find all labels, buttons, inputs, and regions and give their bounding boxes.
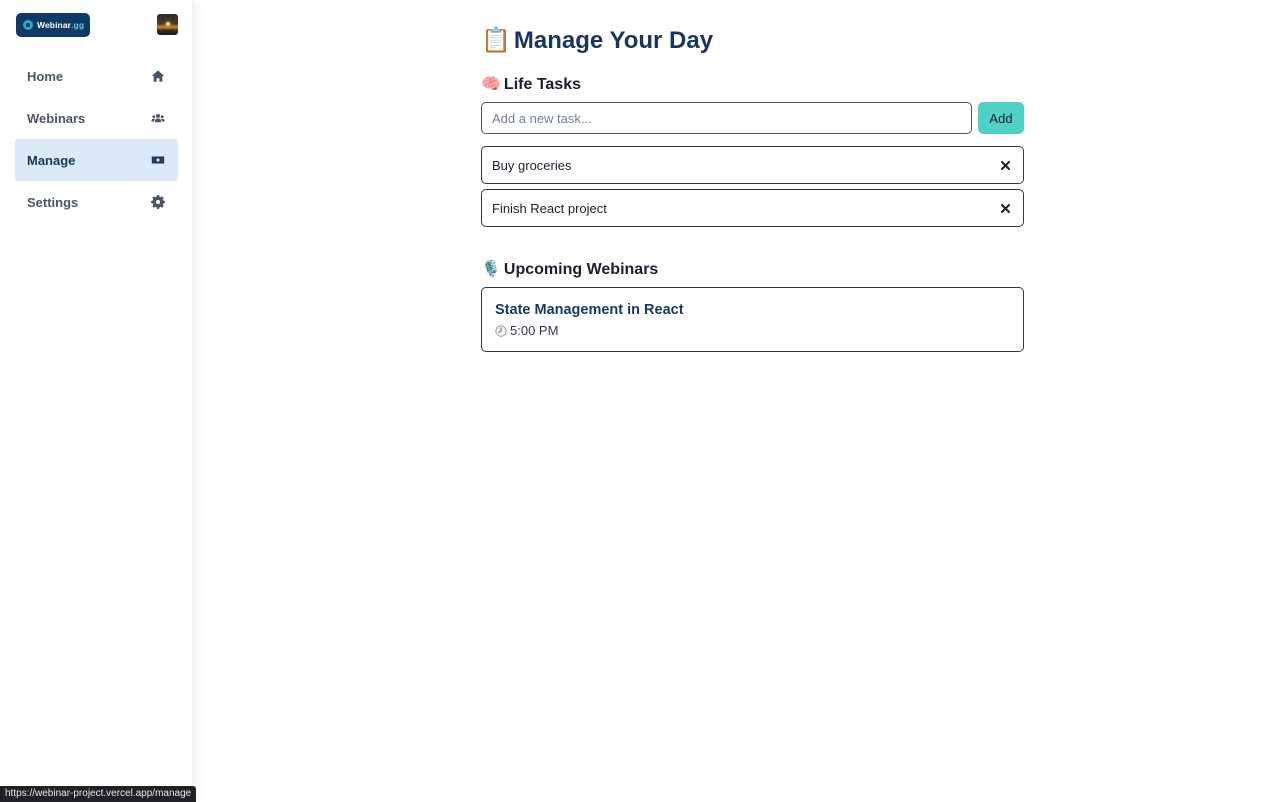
life-tasks-heading: 🧠 Life Tasks [481,74,581,94]
webinar-gg-logo[interactable]: Webinar .gg [16,13,90,37]
add-task-button[interactable]: Add [978,102,1024,134]
sidebar-item-home[interactable]: Home [15,55,178,97]
users-icon [150,110,166,126]
life-tasks-heading-text: Life Tasks [503,76,581,93]
webinar-title: State Management in React [495,302,684,318]
webinar-time-text: 5:00 PM [510,323,559,338]
webinar-card[interactable]: State Management in React 5:00 PM [481,287,1024,352]
clock-icon [495,324,507,337]
page-title-text: Manage Your Day [513,27,714,54]
sidebar-nav: Home Webinars Manage Settings [15,55,178,223]
upcoming-webinars-heading: 🎙️ Upcoming Webinars [481,259,658,279]
task-item: Finish React project [481,189,1024,227]
logo-mark-icon [23,20,33,30]
page-title: 📋 Manage Your Day [481,26,713,55]
close-icon[interactable] [998,201,1012,215]
close-icon[interactable] [998,158,1012,172]
gear-icon [150,194,166,210]
home-icon [150,68,166,84]
status-bar-url: https://webinar-project.vercel.app/manag… [0,786,197,802]
sidebar-item-label: Home [27,68,64,84]
task-label: Buy groceries [492,157,572,173]
sidebar-item-label: Manage [27,152,76,168]
task-label: Finish React project [492,200,607,216]
sidebar-item-webinars[interactable]: Webinars [15,97,178,139]
logo-tld: .gg [71,20,85,30]
brain-icon: 🧠 [481,74,501,93]
user-avatar[interactable] [157,14,178,35]
sidebar-item-settings[interactable]: Settings [15,181,178,223]
sidebar: Webinar .gg Home Webinars Manage Settings [0,0,193,802]
clipboard-icon: 📋 [481,26,511,54]
microphone-icon: 🎙️ [481,259,501,278]
webinar-time: 5:00 PM [495,323,1010,338]
money-bill-icon [150,152,166,168]
sidebar-item-manage[interactable]: Manage [15,139,178,181]
sidebar-item-label: Webinars [27,110,86,126]
task-item: Buy groceries [481,146,1024,184]
sidebar-item-label: Settings [27,194,79,210]
upcoming-webinars-heading-text: Upcoming Webinars [503,261,659,278]
logo-text: Webinar [37,20,72,30]
new-task-input[interactable] [481,102,972,134]
